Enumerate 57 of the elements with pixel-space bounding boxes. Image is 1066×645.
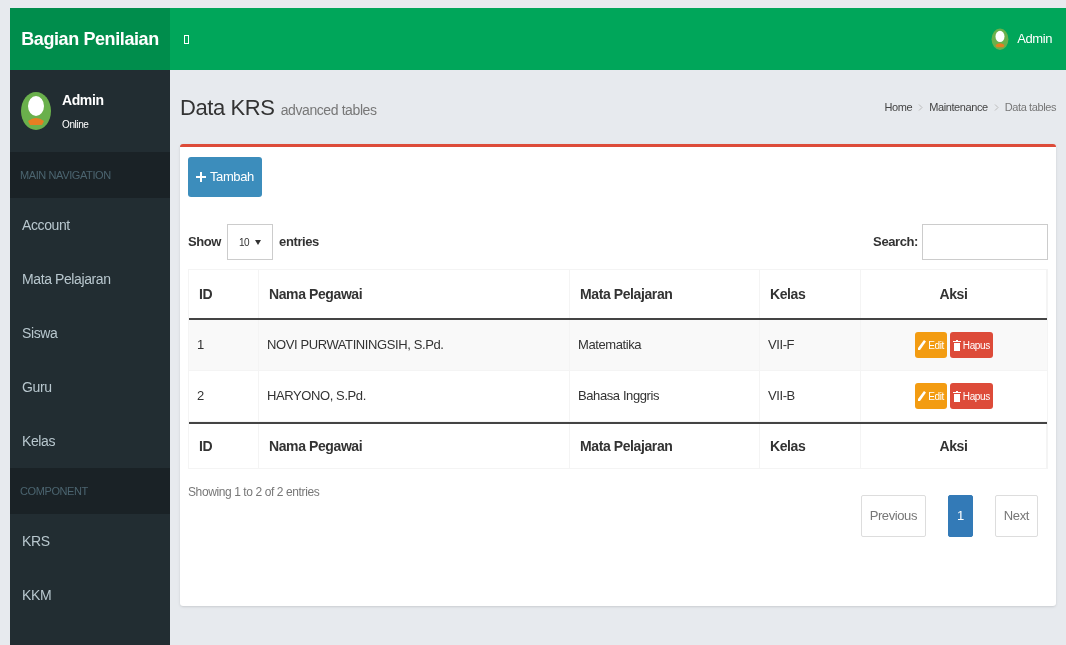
sidebar-header: COMPONENT <box>10 468 170 514</box>
user-status: Online <box>62 118 90 132</box>
breadcrumb-link[interactable]: Maintenance <box>929 98 988 116</box>
avatar-icon <box>20 91 52 131</box>
sidebar-item[interactable]: KRS <box>10 514 170 568</box>
column-header[interactable]: Kelas <box>760 270 861 318</box>
pagination-button[interactable]: 1 <box>948 495 973 537</box>
menu-toggle-icon[interactable] <box>184 34 189 44</box>
caret-icon <box>255 239 262 245</box>
pagination-button[interactable]: Previous <box>860 495 926 537</box>
table-cell: 2 <box>189 371 259 421</box>
column-footer: Nama Pegawai <box>259 424 570 468</box>
breadcrumb-link[interactable]: Home <box>884 98 913 116</box>
sidebar-item[interactable]: Mata Pelajaran <box>10 252 170 306</box>
delete-button[interactable]: Hapus <box>949 332 993 358</box>
plus-icon <box>196 172 206 182</box>
entries-select[interactable]: 10 <box>227 224 274 260</box>
chevron-icon <box>918 103 924 111</box>
show-label: Show <box>188 233 222 252</box>
column-footer: ID <box>189 424 259 468</box>
brand-logo[interactable]: Bagian Penilaian <box>10 8 170 70</box>
table-cell: VII-F <box>760 320 861 370</box>
table-cell: Matematika <box>570 320 760 370</box>
pagination-button[interactable]: Next <box>994 495 1038 537</box>
table-cell: Bahasa Inggris <box>570 371 760 421</box>
table-cell: HARYONO, S.Pd. <box>259 371 570 421</box>
trash-icon <box>952 390 961 402</box>
sidebar-item[interactable]: KKM <box>10 568 170 622</box>
avatar-icon <box>991 27 1010 51</box>
pencil-icon <box>918 391 927 401</box>
table-info: Showing 1 to 2 of 2 entries <box>188 484 320 501</box>
table-cell: VII-B <box>760 371 861 421</box>
sidebar-item[interactable]: Siswa <box>10 306 170 360</box>
sidebar-header: MAIN NAVIGATION <box>10 152 170 198</box>
column-header[interactable]: ID <box>189 270 259 318</box>
page-title: Data KRS <box>180 93 275 122</box>
trash-icon <box>952 339 961 351</box>
pencil-icon <box>918 340 927 350</box>
entries-label: entries <box>279 233 319 252</box>
sidebar-item[interactable]: Guru <box>10 360 170 414</box>
sidebar-item[interactable]: Account <box>10 198 170 252</box>
search-label: Search: <box>873 233 918 252</box>
column-header[interactable]: Nama Pegawai <box>259 270 570 318</box>
sidebar-item[interactable]: Kelas <box>10 414 170 468</box>
column-footer: Kelas <box>760 424 861 468</box>
column-header[interactable]: Aksi <box>861 270 1047 318</box>
column-header[interactable]: Mata Pelajaran <box>570 270 760 318</box>
search-field[interactable] <box>922 224 1048 260</box>
chevron-icon <box>993 103 999 111</box>
table-cell: NOVI PURWATININGSIH, S.Pd. <box>259 320 570 370</box>
delete-button[interactable]: Hapus <box>949 383 993 409</box>
add-button[interactable]: Tambah <box>188 157 262 197</box>
column-footer: Mata Pelajaran <box>570 424 760 468</box>
column-footer: Aksi <box>861 424 1047 468</box>
table-cell: 1 <box>189 320 259 370</box>
user-panel-name: Admin <box>62 91 104 110</box>
page-subtitle: advanced tables <box>280 100 377 120</box>
